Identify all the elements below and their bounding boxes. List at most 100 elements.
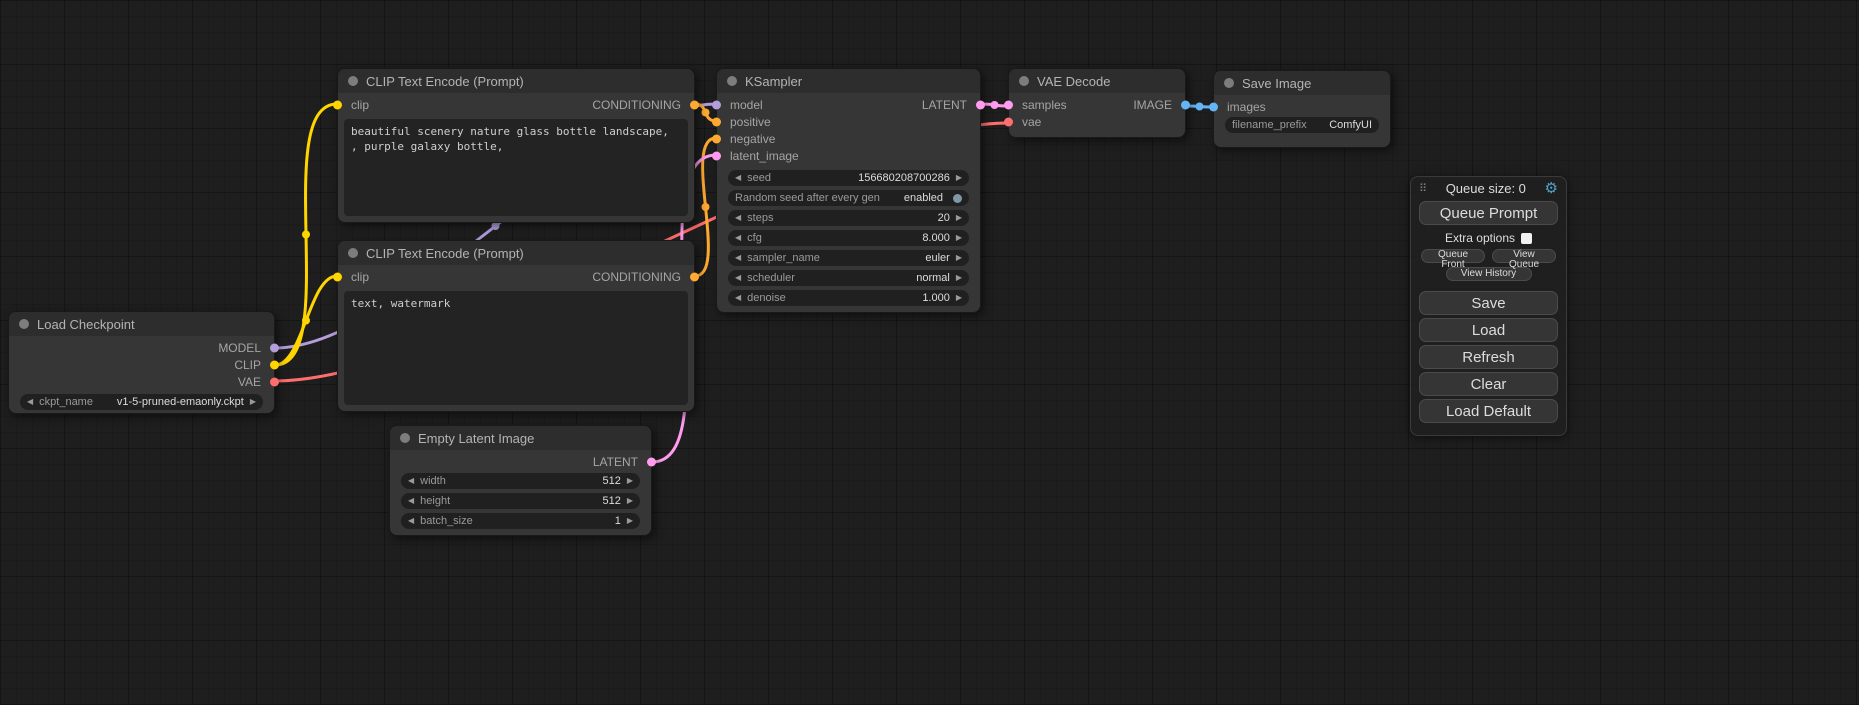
slot-dot-image-output[interactable] [1181,100,1190,109]
increment-arrow-icon[interactable]: ▶ [627,517,633,525]
widget-label: cfg [747,232,762,244]
widget-value: enabled [904,192,943,204]
node-status-dot [1224,78,1234,88]
slot-dot-conditioning-output[interactable] [690,100,699,109]
decrement-arrow-icon[interactable]: ◀ [27,398,33,406]
drag-handle-icon[interactable]: ⠿ [1419,182,1427,195]
queue-prompt-button[interactable]: Queue Prompt [1419,201,1558,225]
slot-label-model: MODEL [218,341,261,355]
node-title-bar[interactable]: Save Image [1214,71,1390,95]
decrement-arrow-icon[interactable]: ◀ [735,294,741,302]
increment-arrow-icon[interactable]: ▶ [956,254,962,262]
increment-arrow-icon[interactable]: ▶ [956,294,962,302]
widget-filename-prefix[interactable]: filename_prefix ComfyUI [1225,117,1379,133]
node-canvas[interactable]: Load Checkpoint MODEL CLIP VAE ◀ ckpt_na… [0,0,1859,705]
slot-dot-positive-input[interactable] [712,117,721,126]
widget-label: batch_size [420,515,473,527]
negative-prompt-textarea[interactable]: text, watermark [344,291,688,405]
widget-label: steps [747,212,773,224]
node-status-dot [348,248,358,258]
slot-row: latent_image [717,147,980,164]
slot-dot-samples-input[interactable] [1004,100,1013,109]
node-save-image[interactable]: Save Image images filename_prefix ComfyU… [1213,70,1391,148]
view-queue-button[interactable]: View Queue [1492,249,1556,263]
slot-dot-latent-image-input[interactable] [712,151,721,160]
save-button[interactable]: Save [1419,291,1558,315]
slot-dot-latent-output[interactable] [976,100,985,109]
link-midpoint-dot [702,109,710,117]
node-ksampler[interactable]: KSampler model LATENT positive negative … [716,68,981,313]
widget-steps[interactable]: ◀ steps 20 ▶ [728,210,969,226]
decrement-arrow-icon[interactable]: ◀ [408,477,414,485]
slot-dot-model-output[interactable] [270,343,279,352]
node-title: CLIP Text Encode (Prompt) [366,246,524,261]
decrement-arrow-icon[interactable]: ◀ [735,214,741,222]
increment-arrow-icon[interactable]: ▶ [627,497,633,505]
toggle-indicator-dot[interactable] [953,194,962,203]
node-clip-text-encode-positive[interactable]: CLIP Text Encode (Prompt) clip CONDITION… [337,68,695,223]
decrement-arrow-icon[interactable]: ◀ [735,234,741,242]
node-title-bar[interactable]: VAE Decode [1009,69,1185,93]
widget-scheduler[interactable]: ◀ scheduler normal ▶ [728,270,969,286]
slot-dot-negative-input[interactable] [712,134,721,143]
increment-arrow-icon[interactable]: ▶ [956,214,962,222]
node-clip-text-encode-negative[interactable]: CLIP Text Encode (Prompt) clip CONDITION… [337,240,695,412]
widget-ckpt-name[interactable]: ◀ ckpt_name v1-5-pruned-emaonly.ckpt ▶ [20,394,263,410]
widget-value: v1-5-pruned-emaonly.ckpt [117,396,244,408]
node-title-bar[interactable]: KSampler [717,69,980,93]
decrement-arrow-icon[interactable]: ◀ [735,174,741,182]
decrement-arrow-icon[interactable]: ◀ [735,274,741,282]
slot-dot-conditioning-output[interactable] [690,272,699,281]
slot-dot-vae-output[interactable] [270,377,279,386]
widget-value: 20 [938,212,950,224]
load-button[interactable]: Load [1419,318,1558,342]
decrement-arrow-icon[interactable]: ◀ [408,497,414,505]
extra-options-checkbox[interactable] [1521,233,1532,244]
settings-gear-icon[interactable]: ⚙ [1545,181,1558,196]
widget-sampler-name[interactable]: ◀ sampler_name euler ▶ [728,250,969,266]
widget-batch-size[interactable]: ◀ batch_size 1 ▶ [401,513,640,529]
queue-front-button[interactable]: Queue Front [1421,249,1485,263]
slot-label-clip: clip [351,270,369,284]
slot-dot-model-input[interactable] [712,100,721,109]
node-title-bar[interactable]: Empty Latent Image [390,426,651,450]
increment-arrow-icon[interactable]: ▶ [956,234,962,242]
slot-label-clip: CLIP [234,358,261,372]
slot-dot-vae-input[interactable] [1004,117,1013,126]
increment-arrow-icon[interactable]: ▶ [956,174,962,182]
load-default-button[interactable]: Load Default [1419,399,1558,423]
positive-prompt-textarea[interactable]: beautiful scenery nature glass bottle la… [344,119,688,216]
widget-random-seed-toggle[interactable]: Random seed after every gen enabled [728,190,969,206]
node-load-checkpoint[interactable]: Load Checkpoint MODEL CLIP VAE ◀ ckpt_na… [8,311,275,414]
widget-height[interactable]: ◀ height 512 ▶ [401,493,640,509]
slot-dot-latent-output[interactable] [647,457,656,466]
node-title-bar[interactable]: Load Checkpoint [9,312,274,336]
queue-panel-header: ⠿ Queue size: 0 ⚙ [1411,177,1566,198]
slot-dot-images-input[interactable] [1209,102,1218,111]
widget-width[interactable]: ◀ width 512 ▶ [401,473,640,489]
widget-value: 512 [602,495,620,507]
increment-arrow-icon[interactable]: ▶ [627,477,633,485]
increment-arrow-icon[interactable]: ▶ [250,398,256,406]
queue-small-buttons-row: Queue Front View Queue [1421,249,1556,263]
refresh-button[interactable]: Refresh [1419,345,1558,369]
decrement-arrow-icon[interactable]: ◀ [735,254,741,262]
widget-cfg[interactable]: ◀ cfg 8.000 ▶ [728,230,969,246]
node-title-bar[interactable]: CLIP Text Encode (Prompt) [338,241,694,265]
widget-seed[interactable]: ◀ seed 156680208700286 ▶ [728,170,969,186]
node-vae-decode[interactable]: VAE Decode samples IMAGE vae [1008,68,1186,138]
node-empty-latent-image[interactable]: Empty Latent Image LATENT ◀ width 512 ▶ … [389,425,652,536]
widget-denoise[interactable]: ◀ denoise 1.000 ▶ [728,290,969,306]
widget-label: seed [747,172,771,184]
clear-button[interactable]: Clear [1419,372,1558,396]
link-midpoint-dot [492,222,500,230]
widget-label: Random seed after every gen [735,192,880,204]
increment-arrow-icon[interactable]: ▶ [956,274,962,282]
node-title-bar[interactable]: CLIP Text Encode (Prompt) [338,69,694,93]
decrement-arrow-icon[interactable]: ◀ [408,517,414,525]
slot-label-clip: clip [351,98,369,112]
slot-label-positive: positive [730,115,771,129]
slot-dot-clip-output[interactable] [270,360,279,369]
slot-dot-clip-input[interactable] [333,272,342,281]
slot-dot-clip-input[interactable] [333,100,342,109]
